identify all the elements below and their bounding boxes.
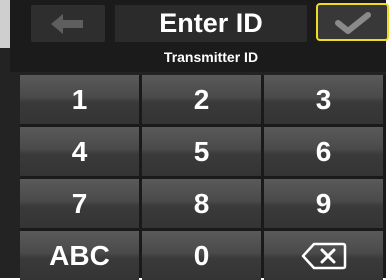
screen-bezel — [0, 0, 10, 48]
key-2[interactable]: 2 — [142, 75, 261, 124]
key-5[interactable]: 5 — [142, 127, 261, 176]
backspace-button[interactable] — [264, 231, 383, 280]
key-3[interactable]: 3 — [264, 75, 383, 124]
key-7[interactable]: 7 — [20, 179, 139, 228]
key-abc[interactable]: ABC — [20, 231, 139, 280]
key-9[interactable]: 9 — [264, 179, 383, 228]
key-6[interactable]: 6 — [264, 127, 383, 176]
backspace-icon — [301, 242, 347, 270]
title-box: Enter ID — [115, 5, 307, 42]
back-button[interactable] — [31, 5, 105, 42]
page-title: Enter ID — [159, 8, 263, 38]
page-subtitle: Transmitter ID — [163, 49, 259, 65]
checkmark-icon — [335, 12, 371, 34]
confirm-button[interactable] — [316, 3, 389, 41]
key-4[interactable]: 4 — [20, 127, 139, 176]
device-screen: Enter ID Transmitter ID 1 2 3 4 5 6 7 8 … — [0, 0, 389, 280]
numeric-keypad: 1 2 3 4 5 6 7 8 9 ABC 0 — [20, 75, 386, 280]
key-0[interactable]: 0 — [142, 231, 261, 280]
key-1[interactable]: 1 — [20, 75, 139, 124]
arrow-left-icon — [51, 14, 83, 34]
header-bar: Enter ID Transmitter ID — [10, 0, 389, 72]
key-8[interactable]: 8 — [142, 179, 261, 228]
